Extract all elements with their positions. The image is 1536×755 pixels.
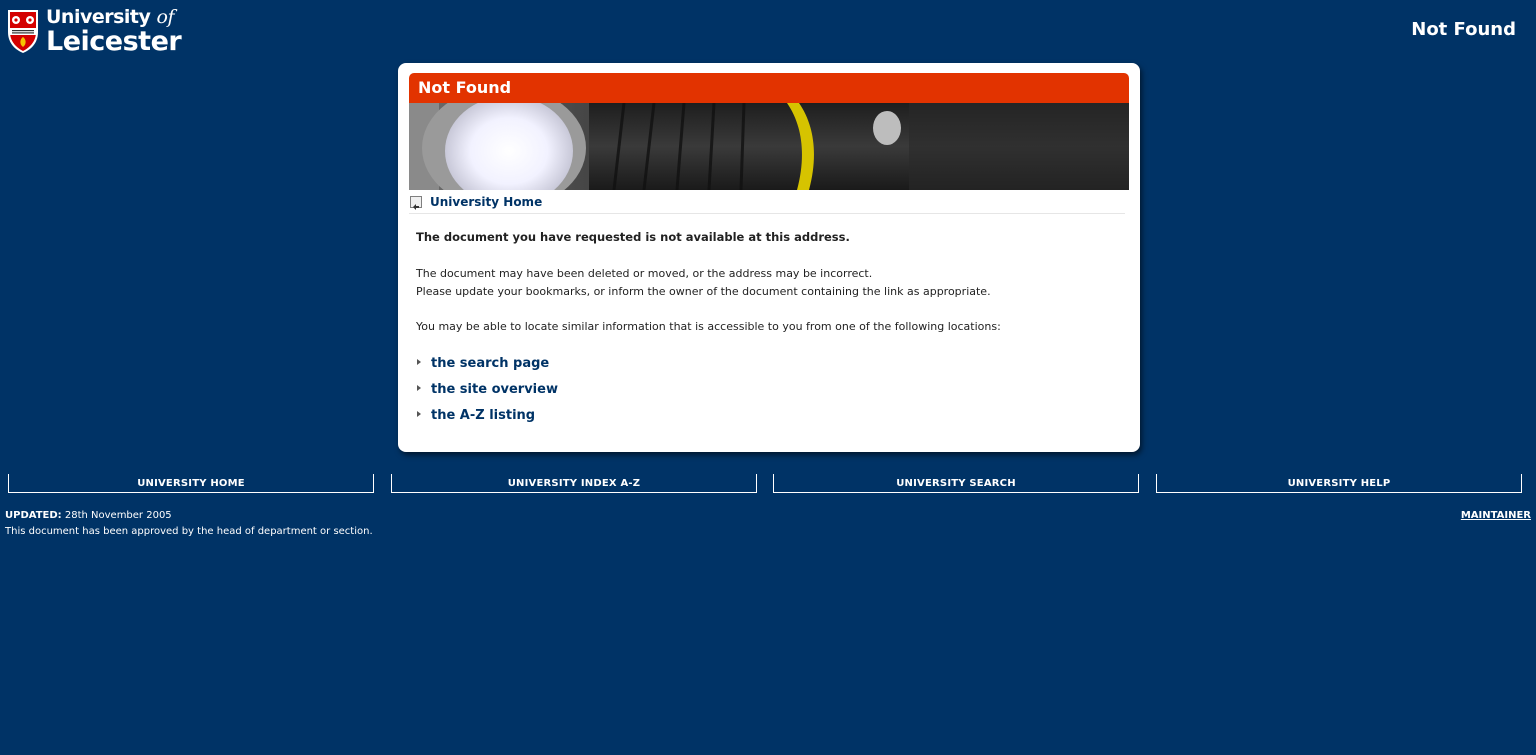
- maintainer-link[interactable]: MAINTAINER: [1461, 508, 1531, 524]
- site-overview-link[interactable]: the site overview: [431, 382, 558, 397]
- logo-wordmark: University of Leicester: [46, 5, 182, 57]
- footer-nav-help[interactable]: UNIVERSITY HELP: [1156, 474, 1522, 493]
- banner-flashlight-graphic: [409, 103, 1129, 190]
- location-item-az: the A-Z listing: [417, 406, 535, 424]
- banner-image: [409, 103, 1129, 190]
- location-item-overview: the site overview: [417, 380, 558, 398]
- updated-label: UPDATED:: [5, 510, 62, 521]
- alternatives-intro: You may be able to locate similar inform…: [416, 320, 1001, 333]
- logo-university-text: University: [46, 5, 157, 28]
- bullet-arrow-icon: [417, 358, 421, 365]
- university-logo[interactable]: University of Leicester: [6, 6, 196, 56]
- panel-title-bar: Not Found: [409, 73, 1129, 103]
- az-listing-link[interactable]: the A-Z listing: [431, 408, 535, 423]
- page: University of Leicester Not Found Not Fo…: [0, 0, 1536, 755]
- logo-of-text: of: [156, 5, 175, 28]
- location-item-search: the search page: [417, 354, 549, 372]
- footer-nav-search[interactable]: UNIVERSITY SEARCH: [773, 474, 1139, 493]
- error-heading: The document you have requested is not a…: [416, 230, 850, 244]
- footer-nav-index-az[interactable]: UNIVERSITY INDEX A-Z: [391, 474, 757, 493]
- back-arrow-icon[interactable]: [410, 196, 422, 210]
- bullet-arrow-icon: [417, 410, 421, 417]
- university-home-link[interactable]: University Home: [430, 195, 542, 209]
- update-info: UPDATED: 28th November 2005 This documen…: [5, 508, 373, 540]
- university-crest-icon: [8, 10, 38, 53]
- content-panel: Not Found University Home The document y…: [398, 63, 1140, 452]
- approval-note: This document has been approved by the h…: [5, 526, 373, 537]
- logo-leicester-text: Leicester: [46, 25, 182, 57]
- footer-nav-university-home[interactable]: UNIVERSITY HOME: [8, 474, 374, 493]
- error-explanation-line1: The document may have been deleted or mo…: [416, 267, 873, 280]
- search-page-link[interactable]: the search page: [431, 356, 549, 371]
- bullet-arrow-icon: [417, 384, 421, 391]
- error-explanation-line2: Please update your bookmarks, or inform …: [416, 285, 991, 298]
- header-page-title: Not Found: [1411, 19, 1516, 40]
- home-nav-row: University Home: [409, 194, 1125, 214]
- updated-date: 28th November 2005: [64, 510, 172, 521]
